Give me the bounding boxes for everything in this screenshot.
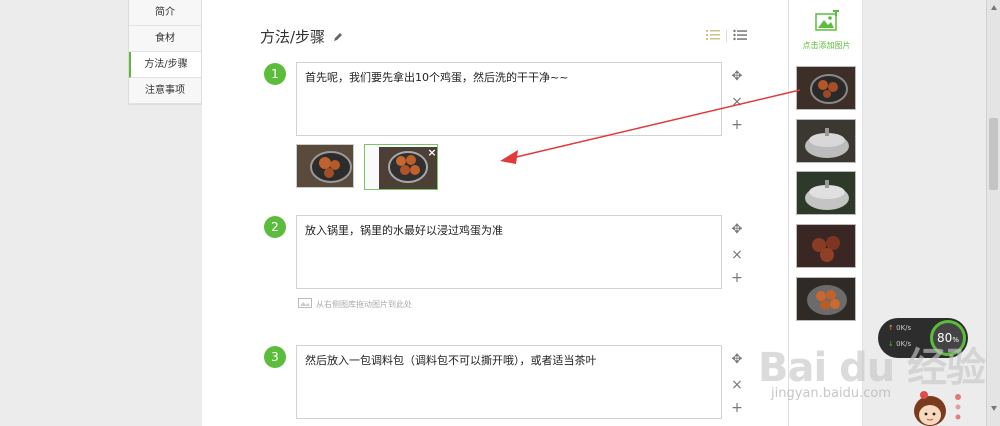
upload-speed-value: 0K/s: [896, 324, 912, 332]
upload-speed: ↑ 0K/s: [888, 324, 911, 332]
scrollbar[interactable]: [986, 0, 1000, 426]
scroll-down-icon[interactable]: [990, 404, 998, 412]
scroll-up-icon[interactable]: [990, 4, 998, 12]
watermark-url: jingyan.baidu.com: [771, 386, 891, 401]
mascot-icon: [908, 385, 968, 426]
upload-arrow-icon: ↑: [888, 324, 894, 332]
scroll-thumb[interactable]: [989, 118, 998, 190]
